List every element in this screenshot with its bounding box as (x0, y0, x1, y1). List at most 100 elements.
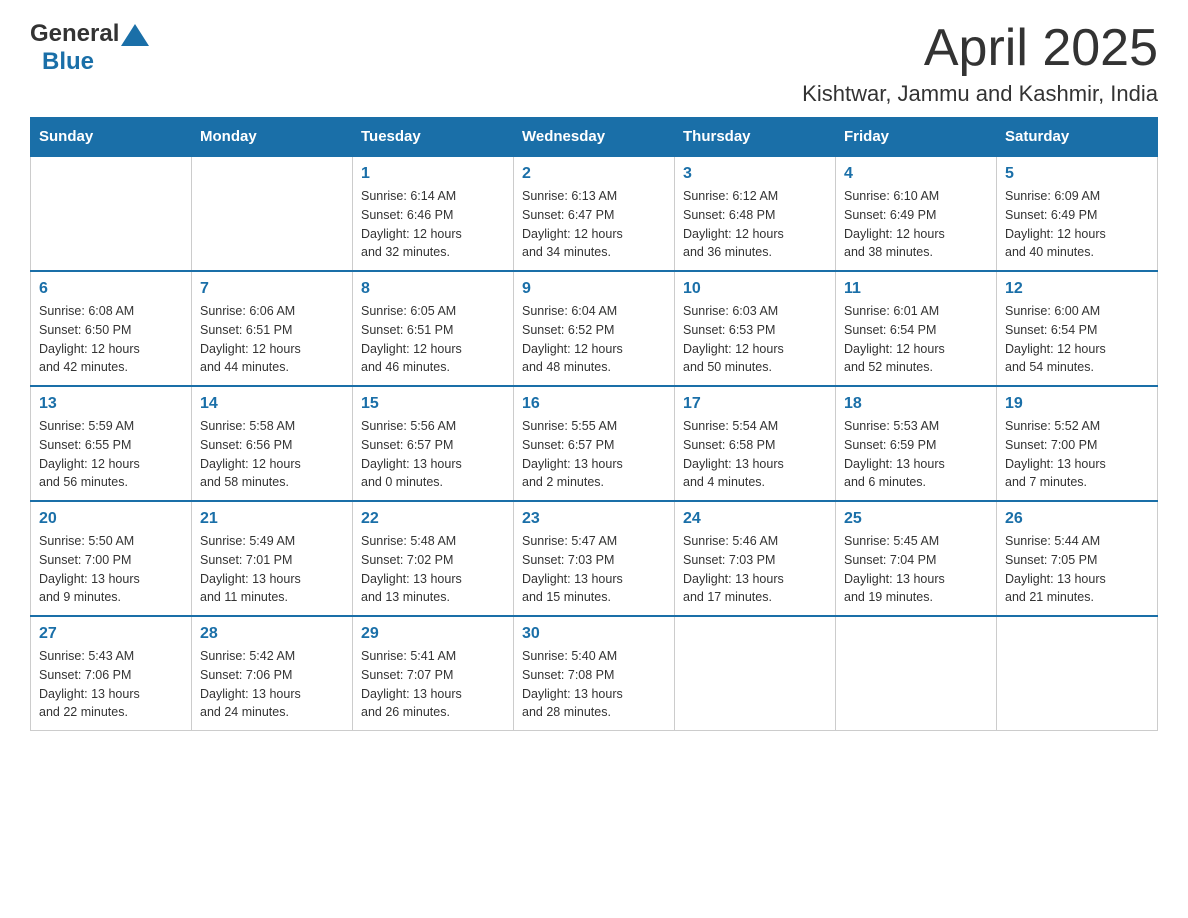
day-number: 11 (844, 280, 988, 298)
day-number: 24 (683, 510, 827, 528)
day-number: 27 (39, 625, 183, 643)
day-number: 8 (361, 280, 505, 298)
day-info: Sunrise: 6:03 AMSunset: 6:53 PMDaylight:… (683, 302, 827, 377)
calendar-cell: 6 Sunrise: 6:08 AMSunset: 6:50 PMDaylight… (31, 271, 192, 386)
calendar-cell: 7 Sunrise: 6:06 AMSunset: 6:51 PMDaylight… (192, 271, 353, 386)
day-info: Sunrise: 5:41 AMSunset: 7:07 PMDaylight:… (361, 647, 505, 722)
day-number: 17 (683, 395, 827, 413)
calendar-cell: 23Sunrise: 5:47 AMSunset: 7:03 PMDayligh… (514, 501, 675, 616)
calendar-cell: 14 Sunrise: 5:58 AMSunset: 6:56 PMDayligh… (192, 386, 353, 501)
calendar-cell: 15 Sunrise: 5:56 AMSunset: 6:57 PMDayligh… (353, 386, 514, 501)
day-number: 18 (844, 395, 988, 413)
day-number: 29 (361, 625, 505, 643)
day-info: Sunrise: 6:00 AMSunset: 6:54 PMDaylight:… (1005, 302, 1149, 377)
calendar-day-header: Sunday (31, 118, 192, 157)
calendar-day-header: Thursday (675, 118, 836, 157)
day-number: 2 (522, 165, 666, 183)
day-number: 1 (361, 165, 505, 183)
calendar-cell: 20 Sunrise: 5:50 AMSunset: 7:00 PMDayligh… (31, 501, 192, 616)
day-number: 14 (200, 395, 344, 413)
day-info: Sunrise: 5:40 AMSunset: 7:08 PMDaylight:… (522, 647, 666, 722)
day-info: Sunrise: 5:49 AMSunset: 7:01 PMDaylight:… (200, 532, 344, 607)
day-number: 19 (1005, 395, 1149, 413)
calendar-header-row: SundayMondayTuesdayWednesdayThursdayFrid… (31, 118, 1158, 157)
day-info: Sunrise: 5:53 AMSunset: 6:59 PMDaylight:… (844, 417, 988, 492)
calendar-cell (31, 156, 192, 271)
calendar-week-row: 13Sunrise: 5:59 AMSunset: 6:55 PMDayligh… (31, 386, 1158, 501)
calendar-day-header: Wednesday (514, 118, 675, 157)
calendar-cell: 4 Sunrise: 6:10 AMSunset: 6:49 PMDaylight… (836, 156, 997, 271)
day-info: Sunrise: 6:10 AMSunset: 6:49 PMDaylight:… (844, 187, 988, 262)
calendar-day-header: Tuesday (353, 118, 514, 157)
calendar-cell: 11 Sunrise: 6:01 AMSunset: 6:54 PMDayligh… (836, 271, 997, 386)
page-title: April 2025 (802, 20, 1158, 77)
calendar-cell: 29 Sunrise: 5:41 AMSunset: 7:07 PMDayligh… (353, 616, 514, 731)
day-info: Sunrise: 5:58 AMSunset: 6:56 PMDaylight:… (200, 417, 344, 492)
calendar-cell: 12 Sunrise: 6:00 AMSunset: 6:54 PMDayligh… (997, 271, 1158, 386)
page-header: General Blue April 2025 Kishtwar, Jammu … (30, 20, 1158, 107)
calendar-cell: 9 Sunrise: 6:04 AMSunset: 6:52 PMDaylight… (514, 271, 675, 386)
logo-blue-text: Blue (42, 48, 94, 76)
day-number: 7 (200, 280, 344, 298)
calendar-cell (997, 616, 1158, 731)
calendar-week-row: 6 Sunrise: 6:08 AMSunset: 6:50 PMDaylight… (31, 271, 1158, 386)
calendar-cell: 28Sunrise: 5:42 AMSunset: 7:06 PMDayligh… (192, 616, 353, 731)
calendar-cell: 1 Sunrise: 6:14 AMSunset: 6:46 PMDaylight… (353, 156, 514, 271)
calendar-cell: 8 Sunrise: 6:05 AMSunset: 6:51 PMDaylight… (353, 271, 514, 386)
day-info: Sunrise: 5:50 AMSunset: 7:00 PMDaylight:… (39, 532, 183, 607)
calendar-cell: 26 Sunrise: 5:44 AMSunset: 7:05 PMDayligh… (997, 501, 1158, 616)
logo-general-text: General (30, 20, 119, 48)
day-info: Sunrise: 5:48 AMSunset: 7:02 PMDaylight:… (361, 532, 505, 607)
day-info: Sunrise: 6:05 AMSunset: 6:51 PMDaylight:… (361, 302, 505, 377)
calendar-day-header: Monday (192, 118, 353, 157)
day-info: Sunrise: 6:06 AMSunset: 6:51 PMDaylight:… (200, 302, 344, 377)
day-number: 10 (683, 280, 827, 298)
day-info: Sunrise: 5:55 AMSunset: 6:57 PMDaylight:… (522, 417, 666, 492)
calendar-week-row: 27Sunrise: 5:43 AMSunset: 7:06 PMDayligh… (31, 616, 1158, 731)
day-number: 9 (522, 280, 666, 298)
day-number: 20 (39, 510, 183, 528)
day-info: Sunrise: 6:13 AMSunset: 6:47 PMDaylight:… (522, 187, 666, 262)
calendar-cell: 18 Sunrise: 5:53 AMSunset: 6:59 PMDayligh… (836, 386, 997, 501)
day-number: 3 (683, 165, 827, 183)
calendar-cell (675, 616, 836, 731)
day-info: Sunrise: 5:54 AMSunset: 6:58 PMDaylight:… (683, 417, 827, 492)
calendar-cell: 24 Sunrise: 5:46 AMSunset: 7:03 PMDayligh… (675, 501, 836, 616)
day-info: Sunrise: 5:45 AMSunset: 7:04 PMDaylight:… (844, 532, 988, 607)
calendar-cell: 19 Sunrise: 5:52 AMSunset: 7:00 PMDayligh… (997, 386, 1158, 501)
calendar-cell: 16 Sunrise: 5:55 AMSunset: 6:57 PMDayligh… (514, 386, 675, 501)
day-info: Sunrise: 5:52 AMSunset: 7:00 PMDaylight:… (1005, 417, 1149, 492)
logo-chevron-icon (121, 24, 149, 46)
calendar-cell: 30Sunrise: 5:40 AMSunset: 7:08 PMDayligh… (514, 616, 675, 731)
day-number: 4 (844, 165, 988, 183)
day-number: 6 (39, 280, 183, 298)
calendar-cell: 27Sunrise: 5:43 AMSunset: 7:06 PMDayligh… (31, 616, 192, 731)
calendar-cell: 17 Sunrise: 5:54 AMSunset: 6:58 PMDayligh… (675, 386, 836, 501)
day-number: 13 (39, 395, 183, 413)
calendar-day-header: Friday (836, 118, 997, 157)
day-number: 5 (1005, 165, 1149, 183)
calendar-cell: 2 Sunrise: 6:13 AMSunset: 6:47 PMDaylight… (514, 156, 675, 271)
calendar-cell: 13Sunrise: 5:59 AMSunset: 6:55 PMDayligh… (31, 386, 192, 501)
day-number: 16 (522, 395, 666, 413)
day-info: Sunrise: 6:04 AMSunset: 6:52 PMDaylight:… (522, 302, 666, 377)
day-number: 12 (1005, 280, 1149, 298)
title-section: April 2025 Kishtwar, Jammu and Kashmir, … (802, 20, 1158, 107)
day-info: Sunrise: 5:46 AMSunset: 7:03 PMDaylight:… (683, 532, 827, 607)
day-number: 26 (1005, 510, 1149, 528)
calendar-cell (836, 616, 997, 731)
page-subtitle: Kishtwar, Jammu and Kashmir, India (802, 81, 1158, 107)
day-info: Sunrise: 5:44 AMSunset: 7:05 PMDaylight:… (1005, 532, 1149, 607)
day-info: Sunrise: 5:42 AMSunset: 7:06 PMDaylight:… (200, 647, 344, 722)
day-info: Sunrise: 6:01 AMSunset: 6:54 PMDaylight:… (844, 302, 988, 377)
day-info: Sunrise: 5:56 AMSunset: 6:57 PMDaylight:… (361, 417, 505, 492)
day-number: 22 (361, 510, 505, 528)
day-info: Sunrise: 6:08 AMSunset: 6:50 PMDaylight:… (39, 302, 183, 377)
day-info: Sunrise: 6:12 AMSunset: 6:48 PMDaylight:… (683, 187, 827, 262)
day-number: 15 (361, 395, 505, 413)
calendar-cell: 5Sunrise: 6:09 AMSunset: 6:49 PMDaylight… (997, 156, 1158, 271)
day-number: 21 (200, 510, 344, 528)
day-info: Sunrise: 6:14 AMSunset: 6:46 PMDaylight:… (361, 187, 505, 262)
calendar-table: SundayMondayTuesdayWednesdayThursdayFrid… (30, 117, 1158, 731)
calendar-cell: 21 Sunrise: 5:49 AMSunset: 7:01 PMDayligh… (192, 501, 353, 616)
